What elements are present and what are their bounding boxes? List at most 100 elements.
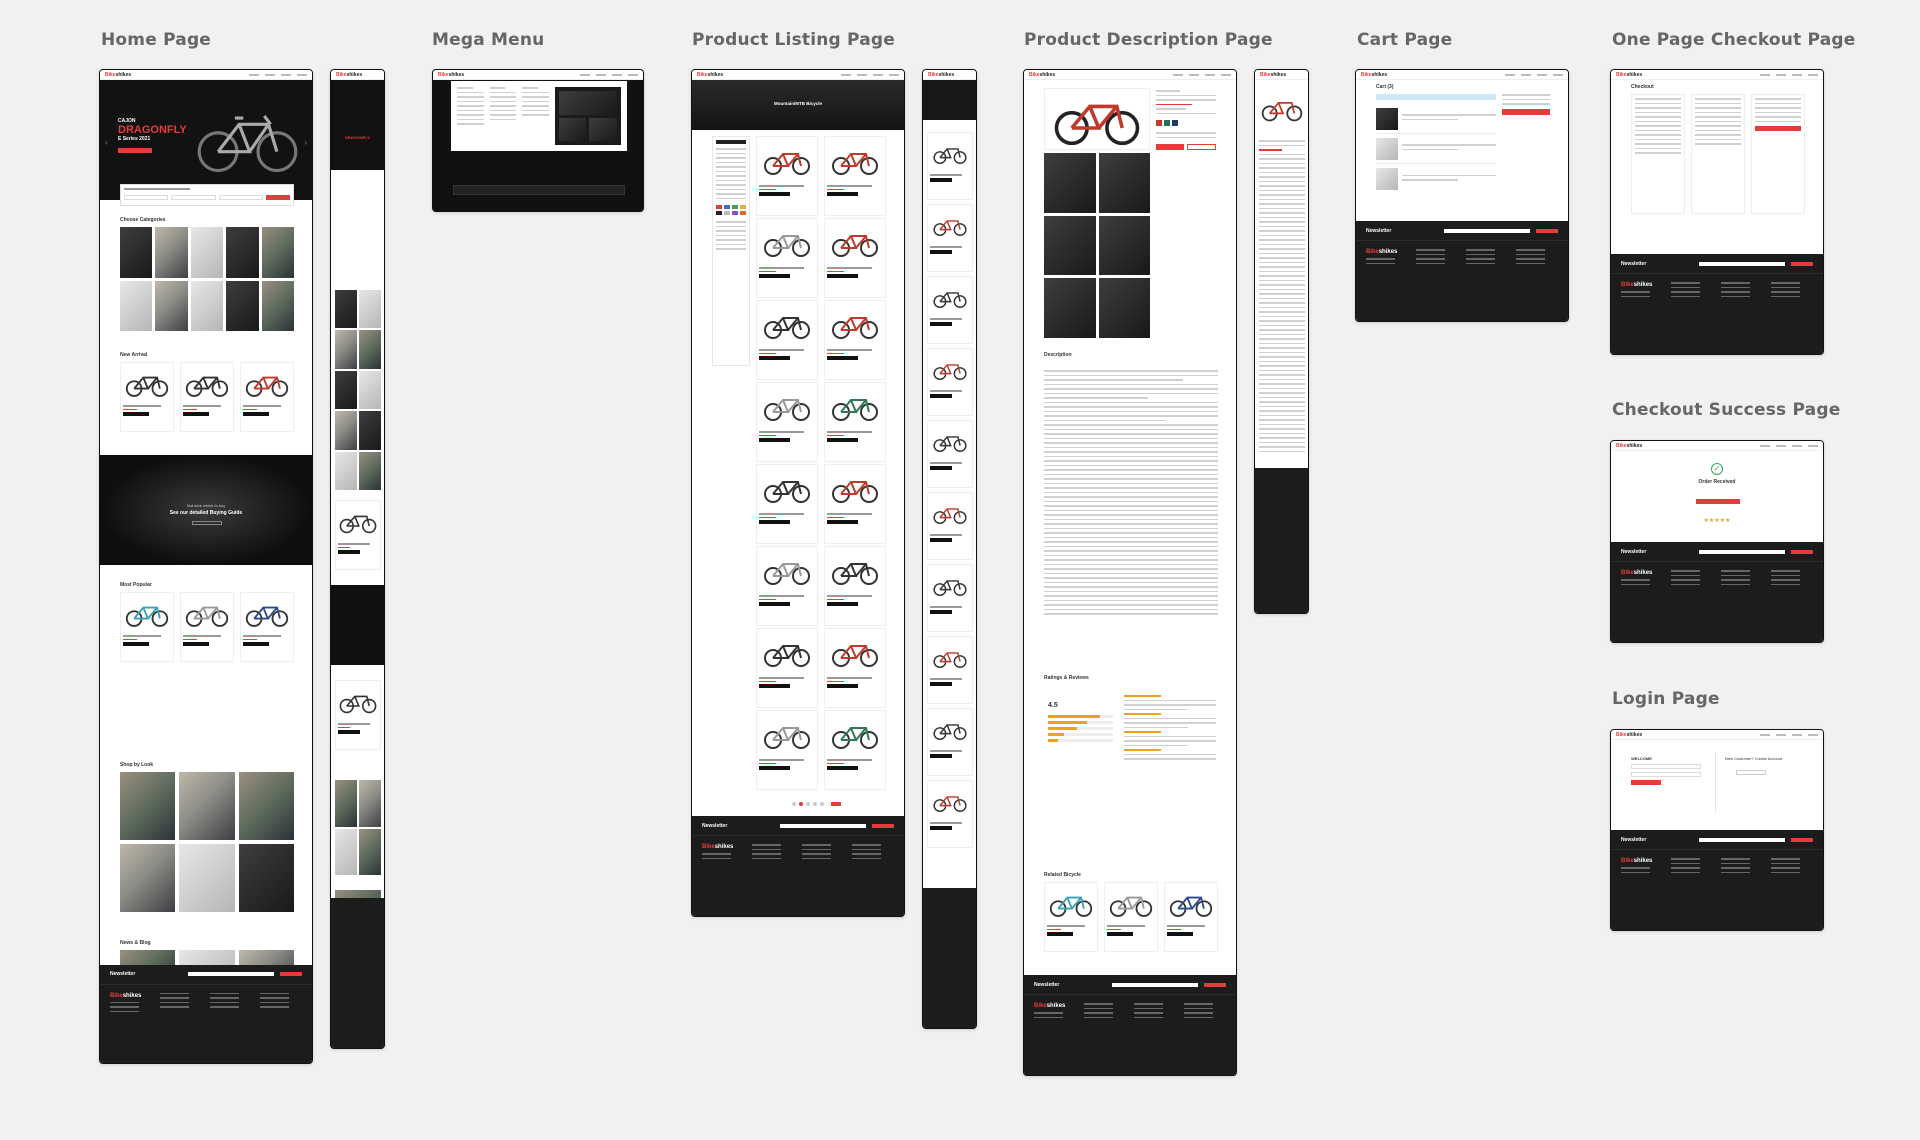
product-card[interactable] [756, 710, 818, 790]
newsletter-email-input[interactable] [187, 972, 274, 977]
category-tile[interactable] [226, 280, 259, 331]
home-page-mobile-frame[interactable]: Bikeshikes DRAGONFLY [330, 69, 385, 1049]
filter-sidebar[interactable] [712, 136, 750, 366]
product-card[interactable] [824, 136, 886, 216]
banner-button[interactable] [192, 521, 222, 525]
newsletter-subscribe-button[interactable] [1791, 549, 1813, 554]
login-form[interactable] [1631, 764, 1701, 785]
checkout-button[interactable] [1502, 108, 1550, 115]
cart-item[interactable] [1376, 104, 1496, 134]
add-to-cart-button[interactable] [1156, 144, 1184, 150]
product-card[interactable] [824, 628, 886, 708]
category-tile[interactable] [155, 280, 188, 331]
newsletter-subscribe-button[interactable] [280, 972, 302, 977]
category-tile[interactable] [261, 280, 294, 331]
product-card[interactable] [756, 136, 818, 216]
mobile-logo[interactable]: Bikeshikes [336, 72, 362, 78]
success-rating-stars[interactable]: ★★★★★ [1611, 517, 1823, 524]
newsletter-email-input[interactable] [1698, 261, 1785, 266]
home-page-desktop-frame[interactable]: Bikeshikes CAJON DRAGONFLY E Series 2021… [99, 69, 313, 1064]
look-photo[interactable] [120, 844, 176, 912]
mobile-banner[interactable] [331, 585, 384, 665]
hero-next-arrow-icon[interactable]: › [304, 138, 307, 147]
product-card[interactable] [756, 382, 818, 462]
product-card[interactable] [180, 362, 234, 432]
newsletter-email-input[interactable] [1698, 549, 1785, 554]
wishlist-button[interactable] [1186, 144, 1216, 150]
product-card[interactable] [824, 710, 886, 790]
product-card[interactable] [824, 382, 886, 462]
mobile-product-image[interactable] [1259, 84, 1305, 134]
product-card[interactable] [756, 546, 818, 626]
product-listing-desktop-frame[interactable]: Bikeshikes Mountain/MTB Bicycle Newslett… [691, 69, 905, 917]
home-logo[interactable]: Bikeshikes [105, 72, 131, 78]
continue-shopping-button[interactable] [1696, 499, 1740, 504]
home-nav[interactable] [249, 73, 307, 76]
product-card[interactable] [756, 464, 818, 544]
checkout-page-frame[interactable]: Bikeshikes Checkout Newsletter Bikeshike… [1610, 69, 1824, 355]
look-photo[interactable] [120, 772, 176, 840]
look-photo[interactable] [179, 844, 235, 912]
mobile-product-card[interactable] [335, 500, 381, 570]
newsletter-subscribe-button[interactable] [1791, 837, 1813, 842]
home-search-widget[interactable] [120, 184, 294, 206]
category-tile[interactable] [120, 227, 153, 278]
mega-menu-search-bar[interactable] [453, 185, 625, 195]
category-tile[interactable] [120, 280, 153, 331]
checkout-address-form[interactable] [1631, 94, 1685, 214]
product-card[interactable] [756, 300, 818, 380]
cart-item[interactable] [1376, 134, 1496, 164]
checkout-success-frame[interactable]: Bikeshikes ✓ Order Received ★★★★★ Newsle… [1610, 440, 1824, 643]
mega-menu-frame[interactable]: Bikeshikes [432, 69, 644, 212]
product-card[interactable] [120, 362, 174, 432]
buying-guide-banner[interactable]: Not sure which to buy See our detailed B… [100, 455, 312, 565]
product-card[interactable] [1164, 882, 1218, 952]
login-button[interactable] [1631, 780, 1661, 785]
newsletter-subscribe-button[interactable] [1536, 228, 1558, 233]
pagination[interactable] [792, 802, 841, 806]
product-card[interactable] [240, 592, 294, 662]
place-order-button[interactable] [1755, 126, 1801, 131]
product-card[interactable] [824, 464, 886, 544]
checkout-shipping-form[interactable] [1691, 94, 1745, 214]
newsletter-email-input[interactable] [1111, 982, 1198, 987]
category-tile[interactable] [190, 227, 224, 278]
footer-logo[interactable]: Bikeshikes [110, 993, 152, 999]
product-card[interactable] [824, 218, 886, 298]
product-card[interactable] [1044, 882, 1098, 952]
product-description-desktop-frame[interactable]: Bikeshikes Description Ratings & Reviews… [1023, 69, 1237, 1076]
look-photo[interactable] [179, 772, 235, 840]
product-card[interactable] [120, 592, 174, 662]
look-photo[interactable] [238, 844, 294, 912]
product-card[interactable] [180, 592, 234, 662]
category-tile[interactable] [190, 280, 224, 331]
look-photo[interactable] [238, 772, 294, 840]
product-gallery[interactable] [1044, 88, 1150, 338]
category-tile[interactable] [155, 227, 188, 278]
categories-title: Choose Categories [120, 217, 166, 223]
product-card[interactable] [1104, 882, 1158, 952]
mobile-product-card[interactable] [335, 680, 381, 750]
product-card[interactable] [756, 218, 818, 298]
hero-prev-arrow-icon[interactable]: ‹ [105, 138, 108, 147]
newsletter-email-input[interactable] [1443, 228, 1530, 233]
newsletter-subscribe-button[interactable] [1204, 982, 1226, 987]
newsletter-subscribe-button[interactable] [872, 823, 894, 828]
product-card[interactable] [756, 628, 818, 708]
product-card[interactable] [824, 546, 886, 626]
category-tile[interactable] [226, 227, 259, 278]
login-page-frame[interactable]: Bikeshikes WELCOME New Customer? Create … [1610, 729, 1824, 931]
create-account-button[interactable] [1736, 770, 1766, 775]
newsletter-email-input[interactable] [1698, 837, 1785, 842]
category-tile[interactable] [261, 227, 294, 278]
product-listing-mobile-frame[interactable]: Bikeshikes [922, 69, 977, 1029]
newsletter-subscribe-button[interactable] [1791, 261, 1813, 266]
newsletter-email-input[interactable] [779, 823, 866, 828]
hero-cta-button[interactable] [118, 148, 152, 153]
product-description-mobile-frame[interactable]: Bikeshikes [1254, 69, 1309, 614]
mega-menu-dropdown[interactable] [451, 81, 627, 151]
product-card[interactable] [240, 362, 294, 432]
cart-item[interactable] [1376, 164, 1496, 194]
cart-page-frame[interactable]: Bikeshikes Cart (3) Newsletter Bikeshike… [1355, 69, 1569, 322]
product-card[interactable] [824, 300, 886, 380]
